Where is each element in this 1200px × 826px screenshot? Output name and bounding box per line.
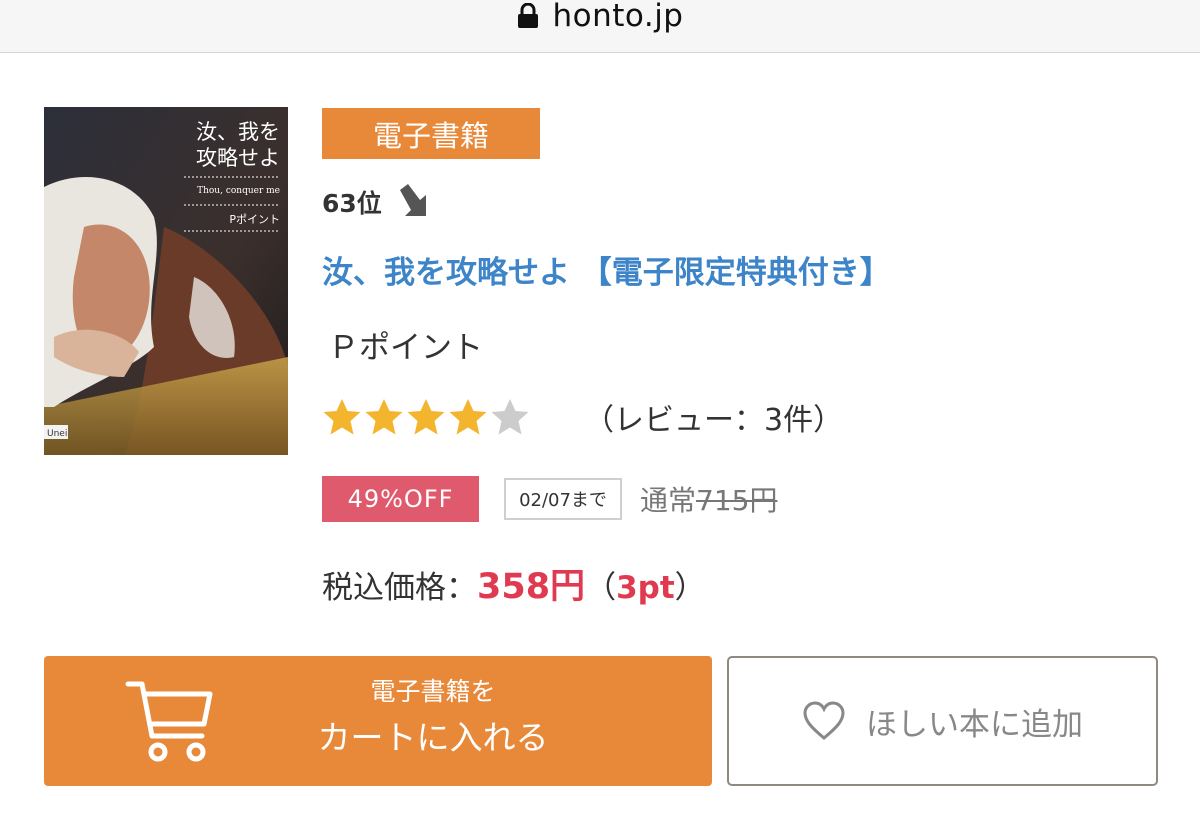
discount-badge: 49%OFF xyxy=(322,476,479,522)
browser-url-bar[interactable]: honto.jp xyxy=(0,0,1200,53)
add-to-cart-line-1: 電子書籍を xyxy=(370,677,496,706)
cover-english-title: Thou, conquer me xyxy=(197,186,280,196)
url-text[interactable]: honto.jp xyxy=(553,0,684,34)
star-filled-icon xyxy=(323,399,361,435)
book-cover-image[interactable]: Unei 汝、我を 攻略せよ Thou, conquer me Pポイント xyxy=(44,107,288,455)
review-count[interactable]: （レビュー：3件） xyxy=(584,395,843,439)
star-filled-icon xyxy=(365,399,403,435)
add-to-wishlist-button[interactable]: ほしい本に追加 xyxy=(727,656,1158,786)
price-row: 税込価格： 358円 （ 3pt ） xyxy=(322,558,706,607)
lock-icon xyxy=(517,3,538,28)
product-title-link[interactable]: 汝、我を攻略せよ 【電子限定特典付き】 xyxy=(322,247,891,292)
star-filled-icon xyxy=(449,399,487,435)
add-to-cart-label: 電子書籍を カートに入れる xyxy=(274,670,592,762)
tax-included-label: 税込価格： xyxy=(322,570,477,606)
regular-price: 通常715円 xyxy=(640,479,777,519)
format-badge: 電子書籍 xyxy=(322,108,540,159)
sale-price: 358円 xyxy=(477,567,586,607)
regular-price-label: 通常 xyxy=(640,484,697,517)
rank-text: 63位 xyxy=(322,189,382,218)
cover-title-line-2: 攻略せよ xyxy=(196,146,280,170)
regular-price-value: 715円 xyxy=(696,484,778,517)
points: 3pt xyxy=(616,570,675,606)
discount-row: 49%OFF 02/07まで 通常715円 xyxy=(322,476,777,522)
add-to-wishlist-label: ほしい本に追加 xyxy=(866,706,1083,743)
points-paren-open: （ xyxy=(585,570,617,606)
star-rating xyxy=(322,398,530,436)
author-name[interactable]: Ｐポイント xyxy=(328,322,483,367)
rating[interactable]: （レビュー：3件） xyxy=(322,396,843,438)
cover-title-line-1: 汝、我を xyxy=(196,120,280,144)
cover-publisher-label: Unei xyxy=(47,429,67,439)
down-arrow-icon xyxy=(399,184,426,216)
ranking: 63位 xyxy=(322,182,430,222)
points-paren-close: ） xyxy=(674,570,706,606)
cover-author: Pポイント xyxy=(229,213,280,226)
cart-icon xyxy=(125,681,213,762)
add-to-cart-button[interactable]: 電子書籍を カートに入れる xyxy=(44,656,712,786)
discount-deadline: 02/07まで xyxy=(504,478,622,520)
star-filled-icon xyxy=(407,399,445,435)
star-empty-icon xyxy=(491,399,529,435)
heart-icon xyxy=(803,701,845,740)
add-to-cart-line-2: カートに入れる xyxy=(317,718,549,757)
